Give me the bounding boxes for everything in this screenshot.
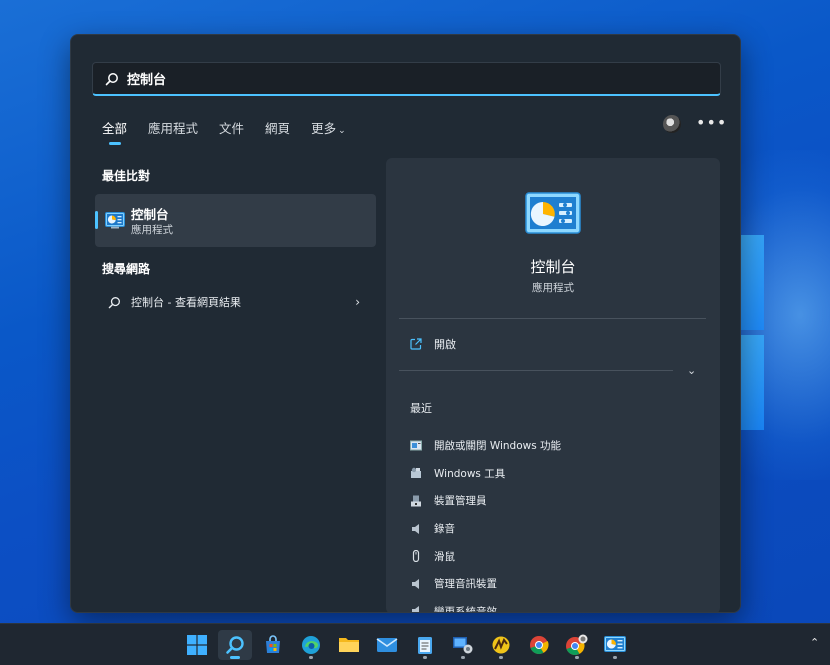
- desktop-logo-pane: [740, 235, 764, 330]
- speaker-icon: [412, 578, 419, 589]
- speaker-icon: [412, 523, 419, 534]
- mail-icon: [376, 638, 398, 652]
- divider: [399, 370, 673, 371]
- folder-icon: [339, 638, 359, 652]
- windows-logo-icon: [187, 635, 207, 655]
- speaker-icon: [412, 606, 419, 612]
- chevron-down-icon[interactable]: ⌄: [687, 364, 696, 377]
- winrar-icon: [492, 636, 510, 654]
- mouse-icon: [412, 550, 420, 563]
- running-indicator: [461, 656, 465, 659]
- search-panel: 全部 應用程式 文件 網頁 更多⌄ ••• 最佳比對 控制台 應用程式 搜尋網路…: [70, 34, 741, 613]
- taskbar-mail-button[interactable]: [370, 630, 404, 660]
- tab-web[interactable]: 網頁: [265, 118, 290, 145]
- device-manager-icon: [411, 495, 421, 507]
- recent-item-windows-tools[interactable]: Windows 工具: [410, 460, 561, 488]
- recent-item-manage-audio-devices[interactable]: 管理音訊裝置: [410, 570, 561, 598]
- recent-item-change-system-sounds[interactable]: 變更系統音效: [410, 598, 561, 612]
- search-tabs: 全部 應用程式 文件 網頁 更多 ⌄: [102, 118, 346, 145]
- running-indicator: [309, 656, 313, 659]
- taskbar-file-explorer-button[interactable]: [332, 630, 366, 660]
- tab-more[interactable]: 更多 ⌄: [311, 118, 346, 145]
- tab-documents[interactable]: 文件: [219, 118, 244, 145]
- web-result[interactable]: 控制台 - 查看網頁結果 ›: [95, 289, 376, 315]
- search-box[interactable]: [92, 62, 721, 96]
- recent-heading: 最近: [410, 402, 432, 415]
- best-match-heading: 最佳比對: [102, 169, 151, 183]
- windows-features-icon: [410, 440, 422, 451]
- best-match-result[interactable]: 控制台 應用程式: [95, 194, 376, 247]
- taskbar-notepad-button[interactable]: [408, 630, 442, 660]
- taskbar-start-button[interactable]: [180, 630, 214, 660]
- recent-item-recording[interactable]: 錄音: [410, 515, 561, 543]
- edge-icon: [302, 636, 320, 654]
- details-subtitle: 應用程式: [532, 282, 574, 294]
- recent-item-mouse[interactable]: 滑鼠: [410, 542, 561, 570]
- recent-list: 開啟或關閉 Windows 功能 Windows 工具 裝置管理員 錄音 滑鼠 …: [410, 432, 561, 612]
- running-indicator: [613, 656, 617, 659]
- avatar[interactable]: [663, 115, 681, 133]
- taskbar-chrome-button[interactable]: [522, 630, 556, 660]
- running-indicator: [423, 656, 427, 659]
- open-action[interactable]: 開啟: [410, 336, 456, 352]
- divider: [399, 318, 706, 319]
- search-icon: [226, 636, 244, 654]
- running-indicator: [575, 656, 579, 659]
- control-panel-icon: [105, 212, 125, 229]
- search-icon: [108, 296, 120, 308]
- recent-item-windows-features[interactable]: 開啟或關閉 Windows 功能: [410, 432, 561, 460]
- best-match-subtitle: 應用程式: [131, 224, 173, 236]
- taskbar-store-button[interactable]: [256, 630, 290, 660]
- tab-all[interactable]: 全部: [102, 118, 127, 145]
- details-pane: 控制台 應用程式 開啟 ⌄ 最近 開啟或關閉 Windows 功能 Window…: [386, 158, 720, 612]
- windows-tools-icon: [411, 468, 421, 479]
- details-title: 控制台: [530, 258, 576, 276]
- selection-indicator: [95, 211, 98, 229]
- search-input[interactable]: [127, 71, 687, 86]
- chevron-right-icon: ›: [355, 295, 360, 309]
- notepad-icon: [418, 637, 432, 654]
- recent-item-device-manager[interactable]: 裝置管理員: [410, 487, 561, 515]
- chrome-icon: [566, 634, 588, 656]
- search-web-heading: 搜尋網路: [102, 262, 151, 276]
- control-panel-icon: [525, 192, 581, 234]
- remote-desktop-icon: [453, 637, 473, 654]
- chevron-down-icon: ⌄: [338, 126, 346, 136]
- more-options-icon[interactable]: •••: [696, 113, 727, 132]
- store-icon: [266, 635, 280, 653]
- best-match-title: 控制台: [131, 207, 169, 222]
- desktop-logo-pane: [740, 335, 764, 430]
- tab-apps[interactable]: 應用程式: [148, 118, 198, 145]
- active-indicator: [230, 656, 240, 659]
- control-panel-icon: [604, 636, 626, 652]
- web-result-label: 控制台 - 查看網頁結果: [131, 296, 241, 309]
- taskbar-search-button[interactable]: [218, 630, 252, 660]
- search-icon: [105, 72, 118, 85]
- taskbar-winrar-button[interactable]: [484, 630, 518, 660]
- open-external-icon: [410, 338, 422, 350]
- taskbar-remote-desktop-button[interactable]: [446, 630, 480, 660]
- taskbar: ⌃: [0, 623, 830, 665]
- chrome-icon: [530, 636, 549, 655]
- chevron-up-icon[interactable]: ⌃: [810, 636, 819, 649]
- taskbar-chrome-profile-button[interactable]: [560, 630, 594, 660]
- taskbar-control-panel-button[interactable]: [598, 630, 632, 660]
- open-label: 開啟: [434, 338, 456, 351]
- taskbar-edge-button[interactable]: [294, 630, 328, 660]
- running-indicator: [499, 656, 503, 659]
